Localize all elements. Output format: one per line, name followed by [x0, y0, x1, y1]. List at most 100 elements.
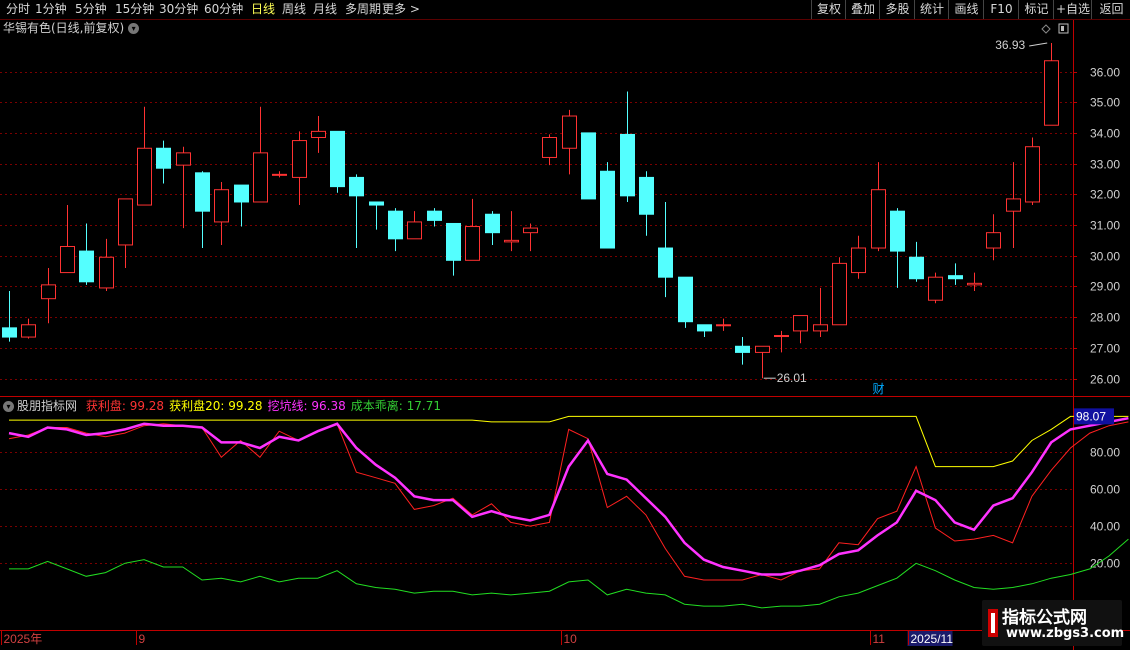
candle-body: [928, 276, 943, 301]
candle[interactable]: [41, 267, 56, 324]
candle[interactable]: [986, 214, 1001, 261]
candle[interactable]: [716, 318, 731, 331]
candle-body: [967, 282, 982, 286]
candle[interactable]: [832, 257, 847, 326]
candle-body: [79, 250, 94, 283]
candle[interactable]: [292, 131, 307, 206]
candle-body: [581, 132, 596, 200]
candle[interactable]: [330, 130, 345, 193]
candle-body: [369, 201, 384, 206]
profit20-line: [9, 415, 1129, 468]
candle[interactable]: [755, 345, 770, 379]
candle[interactable]: [1025, 137, 1040, 206]
candle[interactable]: [79, 223, 94, 285]
candle[interactable]: [407, 211, 422, 240]
candle[interactable]: [967, 272, 982, 292]
candle[interactable]: [311, 116, 326, 153]
candle-body: [349, 176, 364, 197]
candle[interactable]: [793, 315, 808, 344]
candle-body: [890, 210, 905, 252]
candle-body: [99, 256, 114, 289]
candle[interactable]: [465, 198, 480, 261]
candle-body: [871, 189, 886, 249]
candle-body: [832, 262, 847, 326]
candle[interactable]: [735, 337, 750, 365]
candle[interactable]: [137, 106, 152, 206]
candle-body: [41, 284, 56, 300]
candle[interactable]: [60, 205, 75, 274]
candle-body: [851, 247, 866, 274]
candle[interactable]: [485, 211, 500, 245]
candle[interactable]: [890, 208, 905, 288]
window-toggle-icon-inner: [1061, 26, 1064, 31]
candle[interactable]: [851, 235, 866, 279]
candle[interactable]: [639, 171, 654, 236]
candle-body: [330, 130, 345, 188]
candle-body: [1025, 146, 1040, 203]
candle[interactable]: [234, 184, 249, 227]
candle-body: [620, 133, 635, 197]
candle[interactable]: [928, 272, 943, 304]
candle-body: [986, 232, 1001, 249]
dig-line: [8, 416, 1129, 576]
candle-body: [234, 184, 249, 203]
candle[interactable]: [562, 109, 577, 175]
candle[interactable]: [871, 162, 886, 252]
candle-body: [465, 226, 480, 261]
candle[interactable]: [99, 238, 114, 292]
candle-body: [562, 115, 577, 149]
candle[interactable]: [774, 330, 789, 353]
candle-body: [504, 239, 519, 243]
diamond-icon[interactable]: [1041, 24, 1051, 34]
candle[interactable]: [388, 208, 403, 252]
candle[interactable]: [1006, 162, 1021, 249]
candle[interactable]: [195, 171, 210, 249]
candle-body: [716, 324, 731, 327]
event-marker[interactable]: 财: [873, 382, 885, 396]
candle[interactable]: [658, 201, 673, 298]
candle-body: [639, 176, 654, 215]
candle[interactable]: [176, 146, 191, 229]
candle[interactable]: [948, 263, 963, 285]
candle[interactable]: [523, 223, 538, 252]
candle[interactable]: [697, 324, 712, 338]
candle-body: [118, 198, 133, 246]
candle-body: [485, 213, 500, 234]
price-tick-label: 31.00: [1090, 219, 1120, 233]
candle[interactable]: [156, 140, 171, 184]
candle[interactable]: [813, 287, 828, 338]
candle[interactable]: [542, 134, 557, 166]
high-price-label: 36.93: [995, 38, 1025, 52]
candle[interactable]: [21, 318, 36, 339]
candle-body: [697, 324, 712, 332]
candle[interactable]: [1044, 42, 1059, 126]
bias-line: [9, 538, 1129, 609]
price-tick-label: 28.00: [1090, 311, 1120, 325]
candle[interactable]: [118, 198, 133, 268]
candle-body: [1044, 60, 1059, 126]
candle[interactable]: [620, 91, 635, 202]
candle-body: [407, 221, 422, 240]
candle[interactable]: [581, 132, 596, 200]
indicator-tick-label: 40.00: [1090, 520, 1120, 534]
indicator-tick-label: 80.00: [1090, 446, 1120, 460]
candle[interactable]: [678, 276, 693, 328]
candle[interactable]: [504, 211, 519, 252]
date-label: 2025年: [4, 632, 43, 646]
candle[interactable]: [909, 241, 924, 282]
candle-body: [176, 152, 191, 166]
candle-body: [793, 315, 808, 332]
price-chart[interactable]: 26.00 27.00 28.00 29.00 30.00 31.00 32.00 33.00…: [0, 0, 1130, 650]
candle[interactable]: [600, 162, 615, 249]
candle-body: [446, 222, 461, 261]
candle[interactable]: [446, 222, 461, 276]
candle[interactable]: [253, 106, 268, 203]
candle[interactable]: [272, 171, 287, 178]
candle[interactable]: [427, 208, 442, 227]
date-label: 10: [564, 632, 578, 646]
price-tick-label: 29.00: [1090, 280, 1120, 294]
candle[interactable]: [349, 174, 364, 249]
date-label: 11: [873, 632, 886, 646]
candle[interactable]: [2, 291, 17, 342]
candle[interactable]: [214, 182, 229, 245]
